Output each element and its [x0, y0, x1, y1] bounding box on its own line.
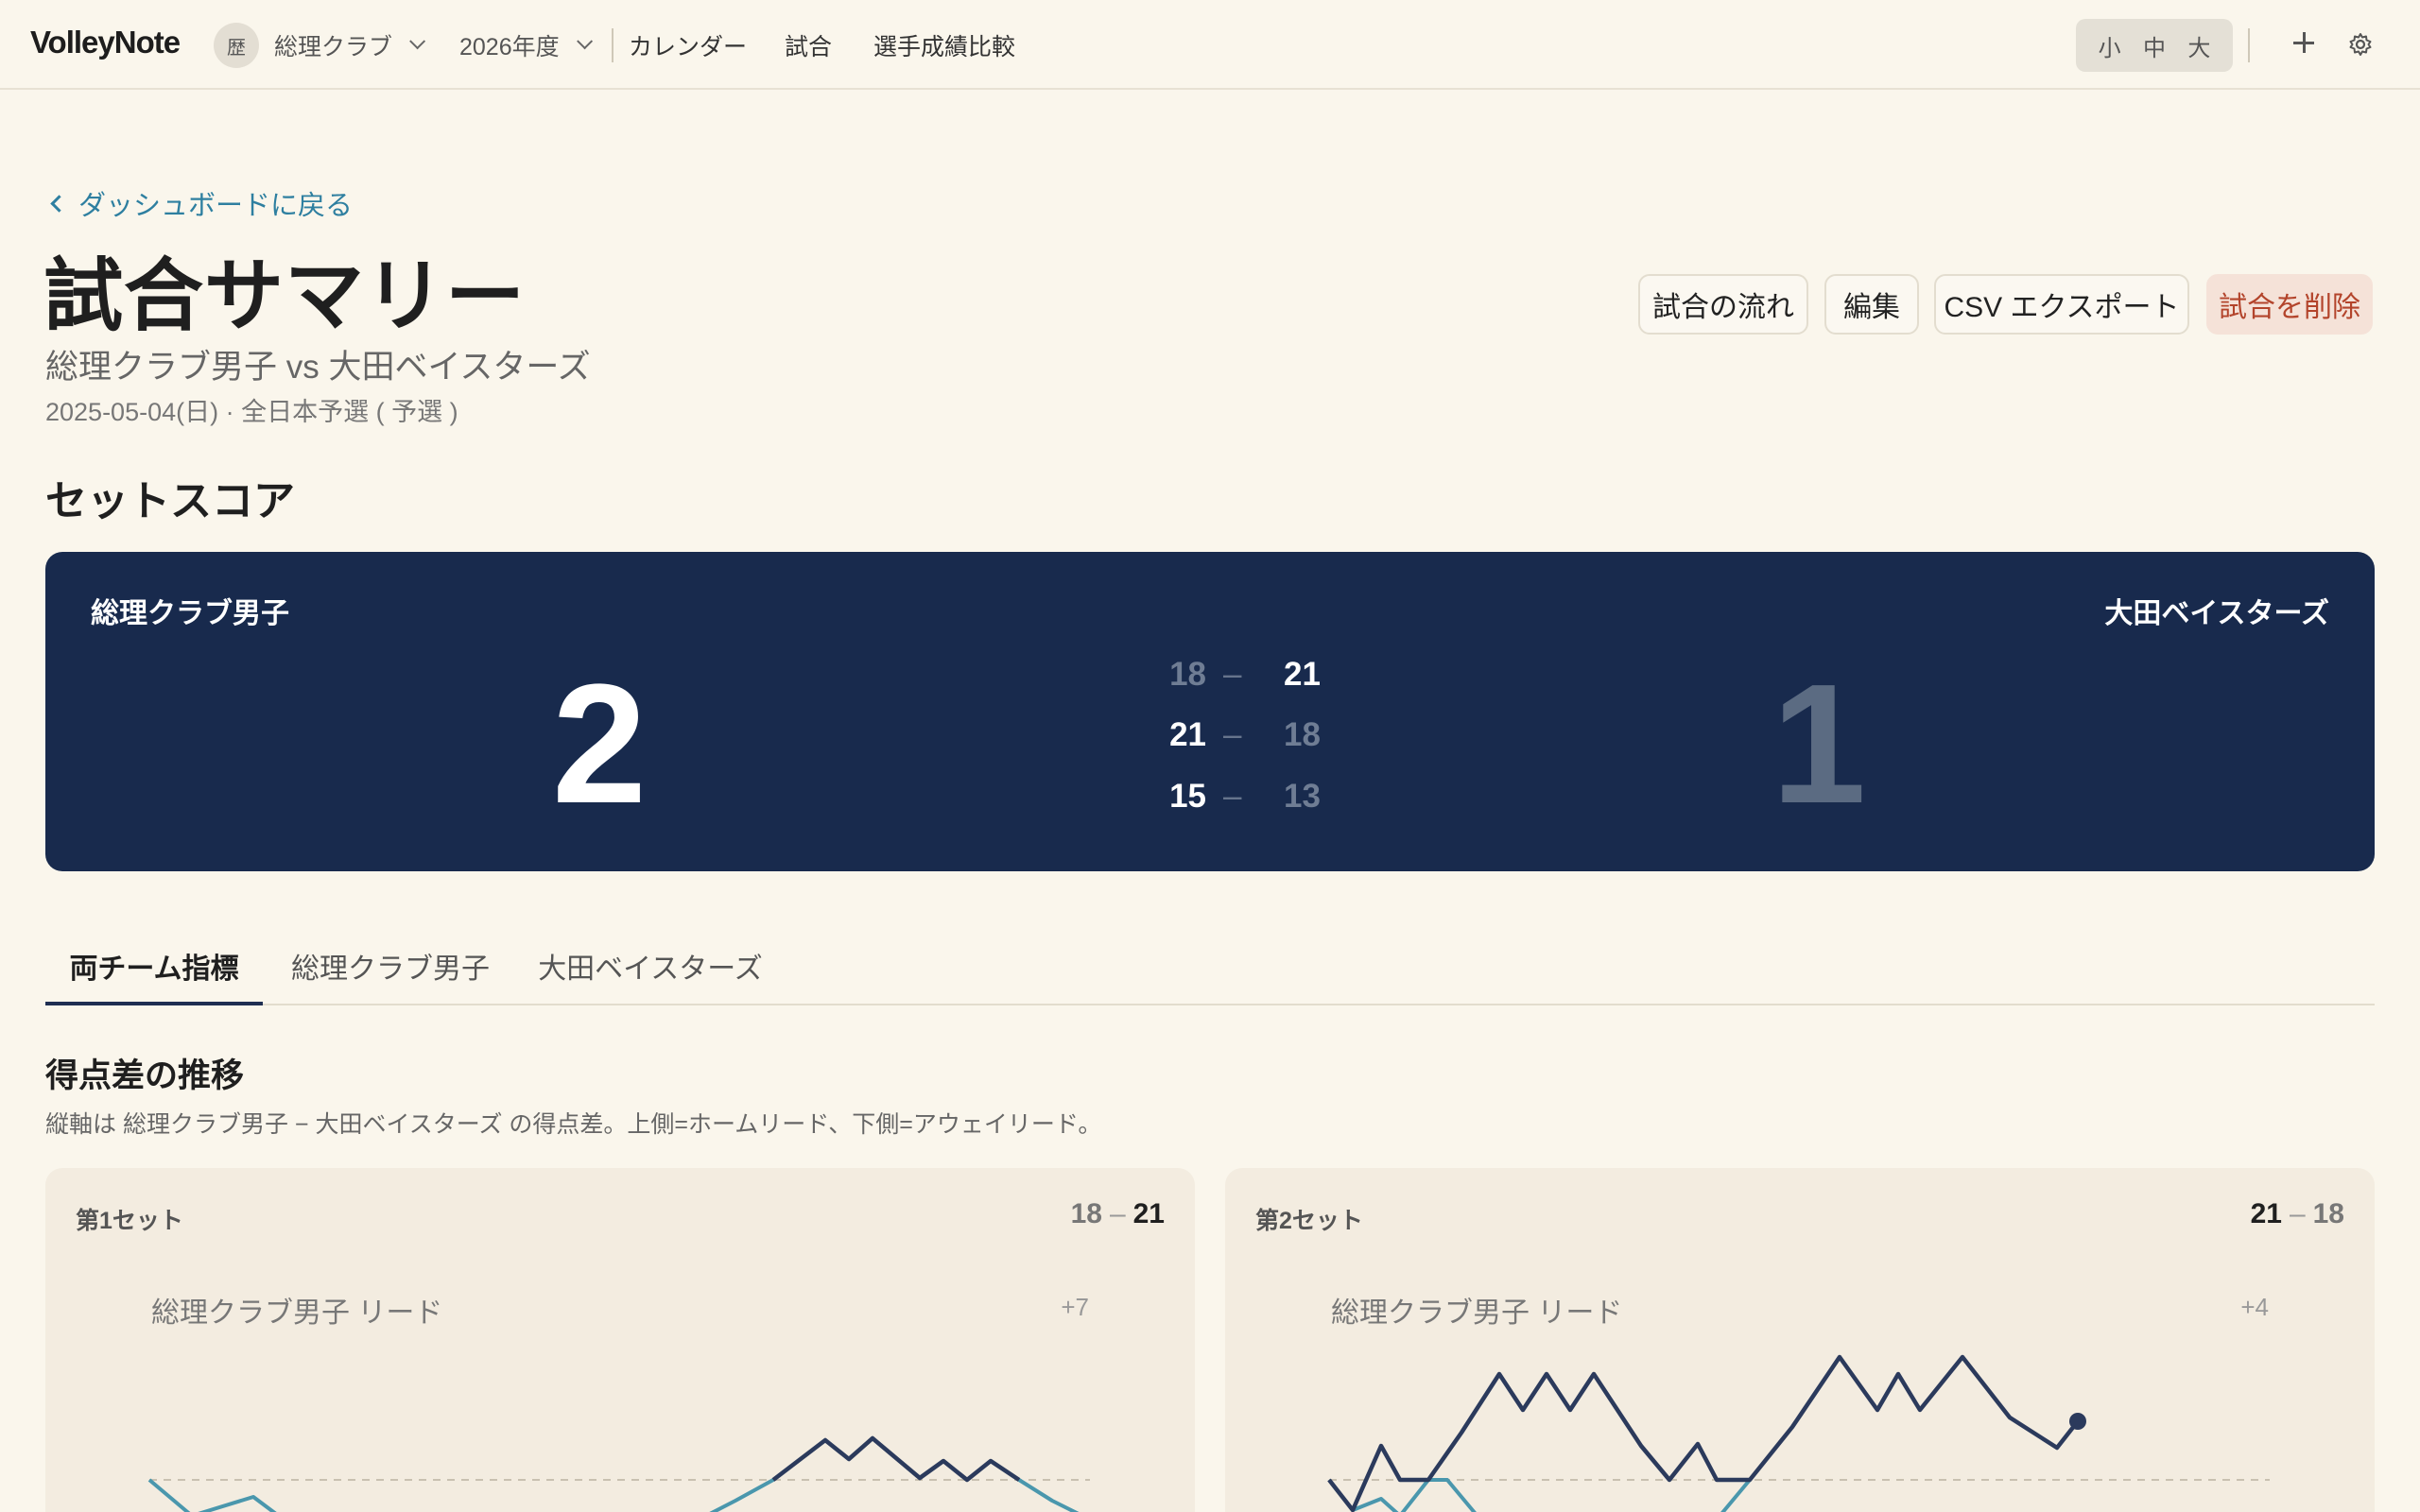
score-dash: –	[1223, 716, 1242, 753]
latest-point-marker	[2069, 1413, 2086, 1430]
font-size-small[interactable]: 小	[2099, 29, 2121, 62]
scoreboard: 総理クラブ男子 大田ベイスターズ 2 1 18 – 21 21 – 18 15 …	[45, 552, 2375, 871]
nav-calendar[interactable]: カレンダー	[629, 28, 747, 62]
gear-icon[interactable]	[2348, 32, 2373, 57]
home-sets-won: 2	[552, 649, 648, 839]
club-avatar[interactable]: 歴	[214, 23, 259, 68]
home-team-name: 総理クラブ男子	[91, 598, 289, 629]
diff-line-away	[147, 1436, 1080, 1512]
font-size-large[interactable]: 大	[2187, 29, 2210, 62]
nav-divider	[612, 28, 614, 62]
set-1-diff-chart	[147, 1435, 1090, 1512]
font-size-medium[interactable]: 中	[2143, 29, 2166, 62]
chevron-down-icon	[409, 33, 426, 50]
nav-player-compare[interactable]: 選手成績比較	[873, 28, 1015, 62]
club-selector-label: 総理クラブ	[274, 34, 393, 60]
set-1-card: 第1セット 18–21 総理クラブ男子 リード +7	[45, 1168, 1195, 1512]
diff-line-away	[1327, 1478, 1752, 1512]
season-selector-label: 2026年度	[459, 34, 560, 60]
club-selector[interactable]: 総理クラブ	[274, 28, 426, 62]
app-logo[interactable]: VolleyNote	[30, 25, 181, 60]
set-away-score: 18	[1284, 716, 1321, 753]
away-sets-won: 1	[1772, 649, 1867, 839]
tab-away-team[interactable]: 大田ベイスターズ	[537, 945, 764, 1005]
edit-button[interactable]: 編集	[1824, 274, 1919, 335]
back-link-label: ダッシュボードに戻る	[78, 191, 354, 221]
score-diff-description: 縦軸は 総理クラブ男子 − 大田ベイスターズ の得点差。上側=ホームリード、下側…	[45, 1111, 1102, 1138]
score-dash: –	[1223, 656, 1242, 693]
csv-export-button[interactable]: CSV エクスポート	[1934, 274, 2189, 335]
set-home-score: 15	[1169, 778, 1206, 815]
team-tabs: 両チーム指標 総理クラブ男子 大田ベイスターズ	[45, 936, 2375, 1005]
match-meta: 2025-05-04(日) · 全日本予選 ( 予選 )	[45, 398, 458, 426]
season-selector[interactable]: 2026年度	[459, 28, 593, 62]
set-away-score: 21	[1284, 656, 1321, 693]
match-flow-button[interactable]: 試合の流れ	[1638, 274, 1808, 335]
score-diff-heading: 得点差の推移	[45, 1057, 245, 1094]
set-score-heading: セットスコア	[45, 478, 295, 524]
set-score-row: 21 – 18	[1131, 716, 1339, 764]
top-bar: VolleyNote 歴 総理クラブ 2026年度 カレンダー 試合 選手成績比…	[0, 0, 2420, 90]
tab-both-teams[interactable]: 両チーム指標	[45, 945, 263, 1005]
score-dash: –	[1223, 778, 1242, 815]
nav-matches[interactable]: 試合	[785, 28, 832, 62]
set-score-row: 18 – 21	[1131, 656, 1339, 703]
page-title: 試合サマリー	[43, 251, 527, 340]
delete-match-button[interactable]: 試合を削除	[2206, 274, 2373, 335]
set-away-score: 13	[1284, 778, 1321, 815]
set-home-score: 18	[1169, 656, 1206, 693]
chevron-left-icon	[50, 194, 68, 213]
set-2-diff-chart	[1327, 1354, 2270, 1512]
set-score-row: 15 – 13	[1131, 778, 1339, 825]
away-team-name: 大田ベイスターズ	[2104, 598, 2329, 629]
toolbar-divider	[2248, 28, 2250, 62]
set-2-card: 第2セット 21–18 総理クラブ男子 リード +4	[1225, 1168, 2375, 1512]
tab-home-team[interactable]: 総理クラブ男子	[291, 945, 490, 1005]
font-size-toggle: 小 中 大	[2076, 19, 2233, 72]
matchup-subtitle: 総理クラブ男子 vs 大田ベイスターズ	[45, 349, 591, 386]
chevron-down-icon	[576, 33, 593, 50]
diff-line-home	[1327, 1354, 2080, 1512]
back-to-dashboard-link[interactable]: ダッシュボードに戻る	[47, 183, 353, 223]
add-icon[interactable]	[2288, 26, 2320, 59]
diff-line-home	[771, 1435, 1021, 1483]
set-home-score: 21	[1169, 716, 1206, 753]
